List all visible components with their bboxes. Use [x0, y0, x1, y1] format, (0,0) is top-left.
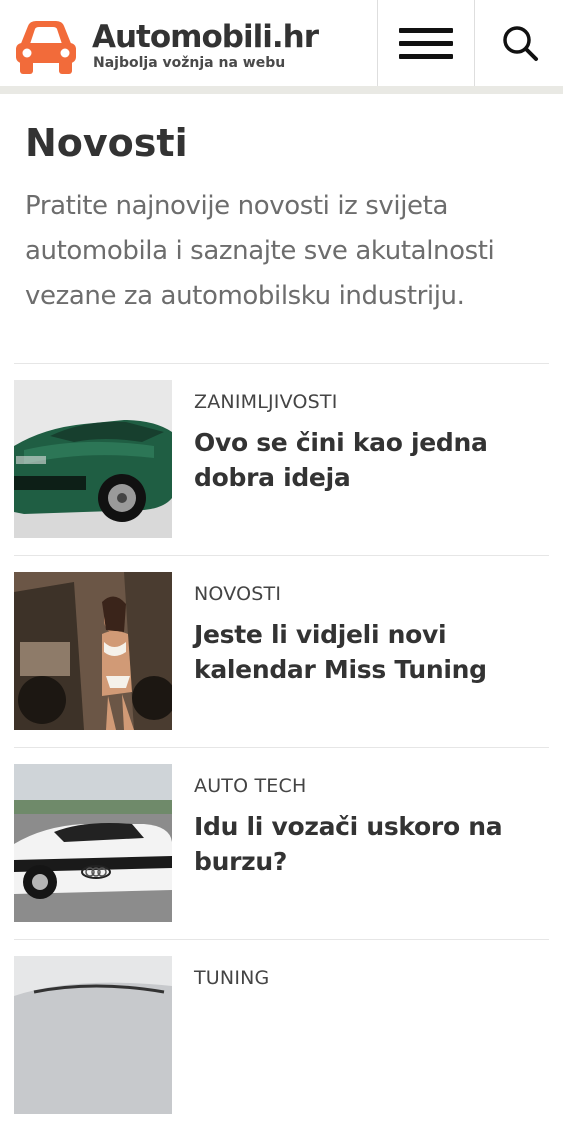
article-title[interactable]: Ovo se čini kao jedna dobra ideja — [194, 425, 549, 495]
article-title[interactable]: Idu li vozači uskoro na burzu? — [194, 809, 549, 879]
article-thumbnail[interactable] — [14, 572, 172, 730]
search-button[interactable] — [474, 0, 563, 86]
article-list: ZANIMLJIVOSTI Ovo se čini kao jedna dobr… — [14, 363, 549, 1131]
page-title: Novosti — [25, 121, 188, 165]
hamburger-menu-icon — [399, 20, 453, 67]
article-category[interactable]: NOVOSTI — [194, 582, 549, 606]
article-item[interactable]: NOVOSTI Jeste li vidjeli novi kalendar M… — [14, 555, 549, 747]
article-item[interactable]: TUNING — [14, 939, 549, 1131]
article-thumbnail[interactable] — [14, 380, 172, 538]
article-category[interactable]: AUTO TECH — [194, 774, 549, 798]
intro-section: Novosti Pratite najnovije novosti iz svi… — [0, 94, 563, 319]
search-icon — [502, 26, 538, 61]
article-category[interactable]: ZANIMLJIVOSTI — [194, 390, 549, 414]
site-name: Automobili.hr — [92, 19, 319, 55]
article-item[interactable]: AUTO TECH Idu li vozači uskoro na burzu? — [14, 747, 549, 939]
article-thumbnail[interactable] — [14, 764, 172, 922]
site-header: Automobili.hr Najbolja vožnja na webu — [0, 0, 563, 94]
article-thumbnail[interactable] — [14, 956, 172, 1114]
menu-button[interactable] — [377, 0, 474, 86]
article-title[interactable]: Jeste li vidjeli novi kalendar Miss Tuni… — [194, 617, 549, 687]
car-icon — [16, 21, 76, 74]
site-tagline: Najbolja vožnja na webu — [93, 55, 286, 71]
article-category[interactable]: TUNING — [194, 966, 549, 990]
page-description: Pratite najnovije novosti iz svijeta aut… — [25, 191, 495, 311]
article-item[interactable]: ZANIMLJIVOSTI Ovo se čini kao jedna dobr… — [14, 363, 549, 555]
site-logo-link[interactable]: Automobili.hr Najbolja vožnja na webu — [14, 16, 319, 76]
